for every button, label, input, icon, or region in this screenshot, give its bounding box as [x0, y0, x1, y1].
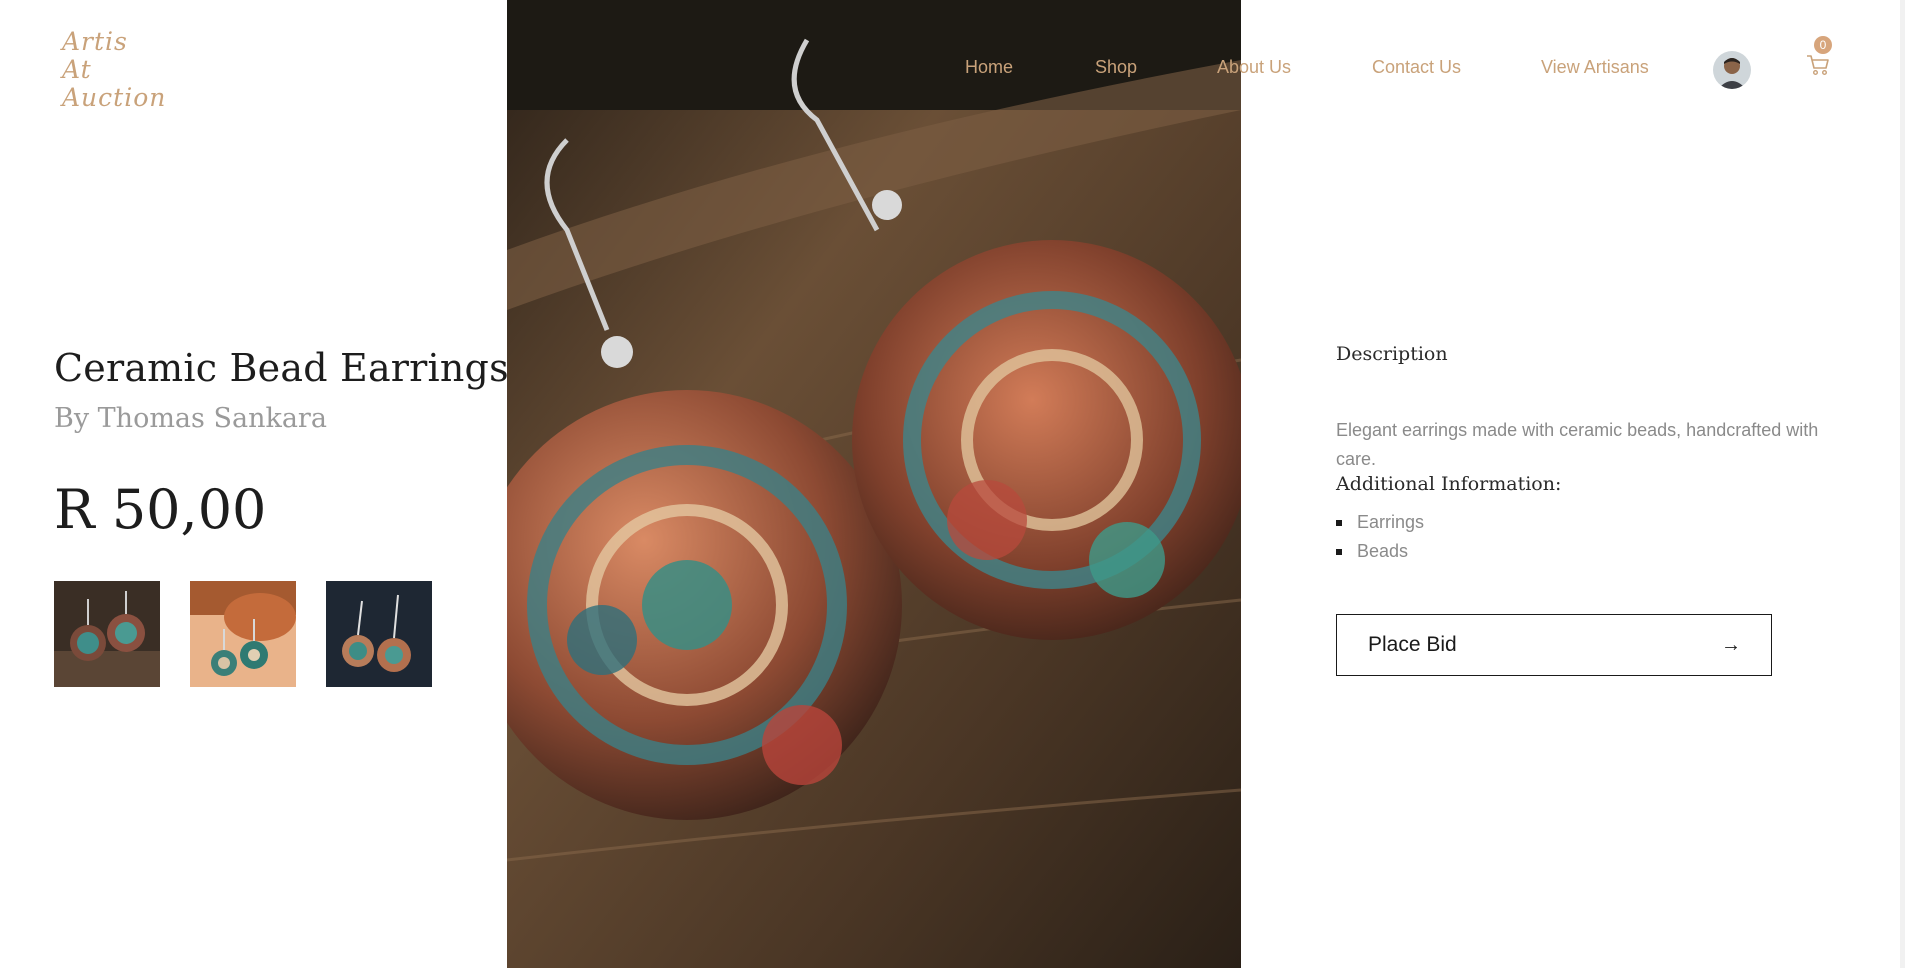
arrow-right-icon: → [1721, 633, 1741, 656]
logo-line-3: Auction [62, 83, 167, 112]
product-title: Ceramic Bead Earrings [54, 346, 509, 390]
thumbnail-3[interactable] [326, 581, 432, 687]
logo-line-1: Artis [62, 27, 128, 56]
additional-info-heading: Additional Information: [1336, 473, 1562, 495]
info-item-beads: Beads [1336, 537, 1424, 566]
site-logo[interactable]: Artis At Auction [62, 28, 166, 112]
product-hero-image [507, 0, 1241, 968]
additional-info-list: Earrings Beads [1336, 508, 1424, 566]
nav-shop[interactable]: Shop [1095, 57, 1137, 78]
user-avatar[interactable] [1713, 51, 1751, 89]
shopping-cart-icon [1807, 55, 1829, 76]
nav-contact-us[interactable]: Contact Us [1372, 57, 1461, 78]
thumbnail-2[interactable] [190, 581, 296, 687]
page-edge [1900, 0, 1905, 968]
nav-view-artisans[interactable]: View Artisans [1541, 57, 1649, 78]
place-bid-button[interactable]: Place Bid → [1336, 614, 1772, 676]
nav-home[interactable]: Home [965, 57, 1013, 78]
cart-count-badge: 0 [1814, 36, 1832, 54]
logo-line-2: At [62, 55, 92, 84]
thumbnail-1[interactable] [54, 581, 160, 687]
description-heading: Description [1336, 343, 1448, 365]
cart-button[interactable]: 0 [1804, 34, 1834, 84]
nav-about-us[interactable]: About Us [1217, 57, 1291, 78]
product-price: R 50,00 [54, 478, 267, 541]
place-bid-label: Place Bid [1368, 633, 1457, 656]
product-artist: By Thomas Sankara [54, 403, 327, 434]
description-text: Elegant earrings made with ceramic beads… [1336, 420, 1819, 469]
info-item-earrings: Earrings [1336, 508, 1424, 537]
